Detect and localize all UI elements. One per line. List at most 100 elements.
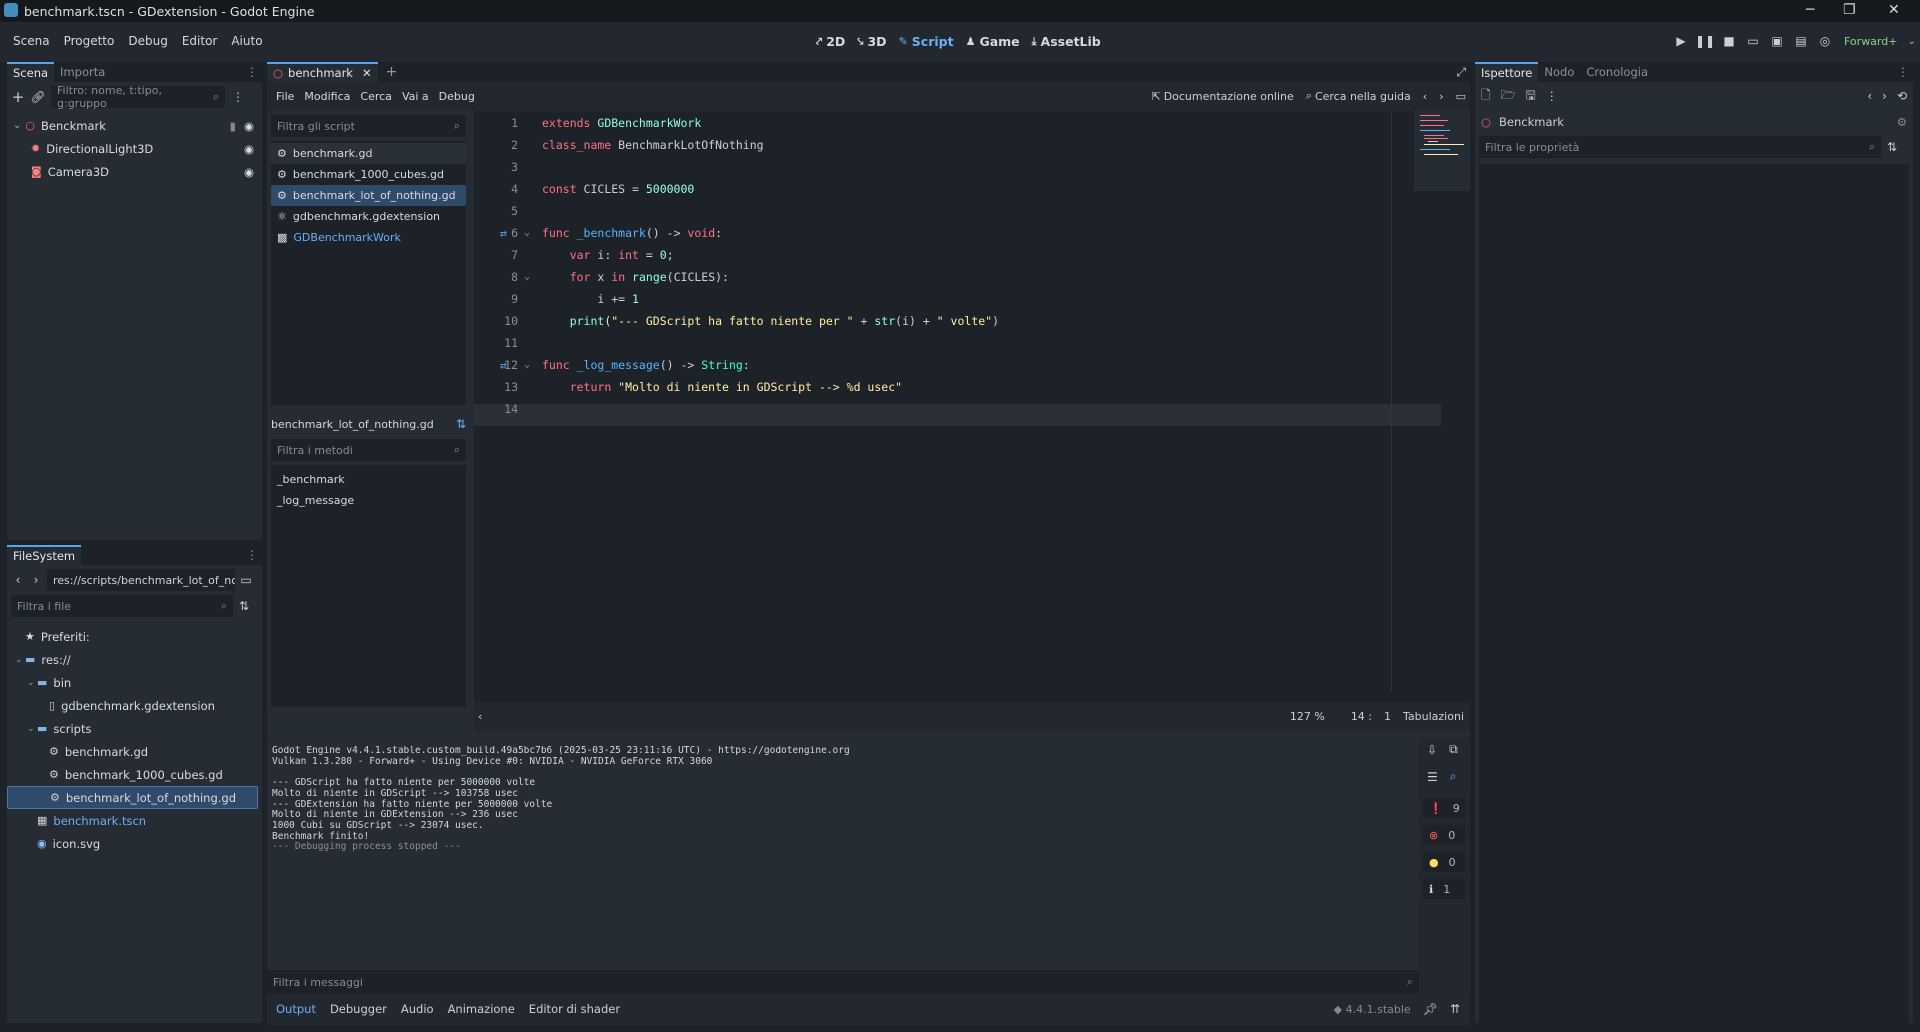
message-filter-input[interactable]: Filtra i messaggi ⌕ <box>267 970 1419 994</box>
script-list-item[interactable]: ⚙ benchmark_lot_of_nothing.gd <box>271 185 466 206</box>
file-tree-item[interactable]: ⌄ ▬ res:// <box>7 648 258 671</box>
script-menu-file[interactable]: File <box>271 90 299 103</box>
script-menu-vai-a[interactable]: Vai a <box>397 90 434 103</box>
file-tree-item[interactable]: ⚙ benchmark.gd <box>7 740 258 763</box>
workspace-script[interactable]: ✎ Script <box>893 34 960 49</box>
tab-filesystem[interactable]: FileSystem <box>7 545 82 565</box>
search-toggle-icon[interactable]: ⌕ <box>1450 769 1457 784</box>
script-filter-input[interactable]: Filtra gli script ⌕ <box>271 115 466 137</box>
file-tree-item[interactable]: ▦ benchmark.tscn <box>7 809 258 832</box>
script-menu-debug[interactable]: Debug <box>434 90 480 103</box>
scene-node[interactable]: ◙ Camera3D ◉ <box>7 160 262 183</box>
tab-import[interactable]: Importa <box>54 62 111 82</box>
method-list-item[interactable]: _log_message <box>271 490 466 511</box>
file-tree-item[interactable]: ▯ gdbenchmark.gdextension <box>7 694 258 717</box>
workspace-3d[interactable]: ⤥ 3D <box>851 34 892 49</box>
workspace-assetlib[interactable]: ⤓ AssetLib <box>1026 34 1107 49</box>
file-filter-input[interactable]: Filtra i file ⌕ <box>11 595 233 617</box>
movie-maker-icon[interactable]: ◎ <box>1818 34 1832 48</box>
add-tab-icon[interactable]: + <box>386 64 398 80</box>
override-icon[interactable]: ⇄ <box>500 354 507 376</box>
property-filter-input[interactable]: Filtra le proprietà ⌕ <box>1479 136 1881 158</box>
minimize-icon[interactable]: ─ <box>1806 2 1814 18</box>
open-resource-icon[interactable]: 🗁︎ <box>1501 86 1516 107</box>
visibility-icon[interactable]: ◉ <box>244 142 254 156</box>
property-options-icon[interactable]: ⇅ <box>1887 140 1897 154</box>
online-docs-button[interactable]: ⇱ Documentazione online <box>1151 90 1293 103</box>
history-icon[interactable]: ⟲ <box>1897 89 1907 103</box>
chevron-down-icon[interactable]: ⌄ <box>15 655 25 665</box>
fullscreen-icon[interactable]: ⤢ <box>1456 65 1466 80</box>
menu-progetto[interactable]: Progetto <box>57 34 122 48</box>
prev-script-icon[interactable]: ‹ <box>1423 90 1427 103</box>
file-tree-item[interactable]: ⌄ ▬ bin <box>7 671 258 694</box>
method-list-item[interactable]: _benchmark <box>271 469 466 490</box>
counter-error[interactable]: ⊗ 0 <box>1423 825 1465 845</box>
file-tree-item[interactable]: ◉ icon.svg <box>7 832 258 855</box>
more-icon[interactable]: ⋮ <box>231 90 245 104</box>
new-resource-icon[interactable]: 🗋︎ <box>1481 86 1491 107</box>
close-tab-icon[interactable]: ✕ <box>362 64 372 82</box>
bottom-tab-output[interactable]: Output <box>269 1002 323 1016</box>
pin-icon[interactable]: 📌︎ <box>1423 1002 1438 1016</box>
next-script-icon[interactable]: › <box>1439 90 1443 103</box>
menu-scena[interactable]: Scena <box>6 34 57 48</box>
chevron-down-icon[interactable]: ⌄ <box>13 120 21 131</box>
forward-icon[interactable]: › <box>1882 89 1887 103</box>
pause-icon[interactable]: ❚❚ <box>1695 34 1715 48</box>
override-icon[interactable]: ⇄ <box>500 222 507 244</box>
dock-menu-icon[interactable]: ⋮ <box>246 65 258 79</box>
back-icon[interactable]: ‹ <box>1867 89 1872 103</box>
workspace-game[interactable]: ♟ Game <box>960 34 1026 49</box>
dock-menu-icon[interactable]: ⋮ <box>246 548 258 562</box>
file-tree-item[interactable]: ⚙ benchmark_lot_of_nothing.gd <box>7 786 258 809</box>
renderer-select[interactable]: Forward+ <box>1844 35 1897 48</box>
file-tree-item[interactable]: ★ Preferiti: <box>7 625 258 648</box>
tab-inspector[interactable]: Ispettore <box>1475 62 1539 82</box>
script-list-item[interactable]: ⚙ benchmark.gd <box>271 143 466 164</box>
minimap[interactable] <box>1414 111 1470 191</box>
menu-editor[interactable]: Editor <box>175 34 225 48</box>
link-icon[interactable]: 🔗︎ <box>30 90 45 104</box>
method-filter-input[interactable]: Filtra i metodi ⌕ <box>271 439 466 461</box>
collapse-panel-icon[interactable]: ‹ <box>478 710 482 723</box>
save-resource-icon[interactable]: 🖫︎ <box>1526 86 1536 107</box>
indent-mode[interactable]: Tabulazioni <box>1403 710 1464 723</box>
visibility-icon[interactable]: ◉ <box>244 119 254 133</box>
chevron-down-icon[interactable]: ⌄ <box>1907 36 1915 47</box>
file-tree-item[interactable]: ⌄ ▬ scripts <box>7 717 258 740</box>
close-window-icon[interactable]: ✕ <box>1888 2 1900 18</box>
bottom-tab-audio[interactable]: Audio <box>394 1002 441 1016</box>
zoom-level[interactable]: 127 % <box>1290 710 1325 723</box>
collapse-messages-icon[interactable]: ☰ <box>1427 770 1438 784</box>
sort-methods-icon[interactable]: ⇅ <box>456 417 466 431</box>
scene-filter-input[interactable]: Filtro: nome, t:tipo, g:gruppo ⌕ <box>51 84 225 110</box>
tab-benchmark[interactable]: ○ benchmark ✕ <box>267 62 378 82</box>
counter-warning[interactable]: ● 0 <box>1423 852 1465 872</box>
copy-output-icon[interactable]: ⧉ <box>1449 742 1458 757</box>
chevron-down-icon[interactable]: ⌄ <box>27 724 37 734</box>
search-help-button[interactable]: ⌕ Cerca nella guida <box>1306 89 1411 103</box>
script-attached-icon[interactable]: ▮ <box>230 119 236 133</box>
object-menu-icon[interactable]: ⚙ <box>1897 115 1907 129</box>
forward-icon[interactable]: › <box>29 573 43 587</box>
workspace-2d[interactable]: ⤤ 2D <box>810 34 851 49</box>
play-scene-icon[interactable]: ▣ <box>1770 34 1784 48</box>
script-menu-modifica[interactable]: Modifica <box>299 90 355 103</box>
script-list-item[interactable]: ▩ GDBenchmarkWork <box>271 227 466 248</box>
expand-panel-icon[interactable]: ⇈ <box>1450 1002 1460 1016</box>
bottom-tab-editor-di-shader[interactable]: Editor di shader <box>522 1002 627 1016</box>
remote-debug-icon[interactable]: ▭ <box>1746 34 1760 48</box>
counter-message[interactable]: ❗ 9 <box>1423 798 1465 818</box>
dock-menu-icon[interactable]: ⋮ <box>1897 65 1909 79</box>
float-window-icon[interactable]: ▭ <box>1456 90 1466 103</box>
visibility-icon[interactable]: ◉ <box>244 165 254 179</box>
counter-info[interactable]: ℹ1 <box>1423 879 1465 899</box>
scene-node[interactable]: ✹ DirectionalLight3D ◉ <box>7 137 262 160</box>
bottom-tab-debugger[interactable]: Debugger <box>323 1002 394 1016</box>
scene-node[interactable]: ⌄ ○ Benckmark ▮ ◉ <box>7 114 262 137</box>
tab-scene[interactable]: Scena <box>7 62 55 82</box>
clear-output-icon[interactable]: ⇩ <box>1427 743 1437 757</box>
split-view-icon[interactable]: ▭ <box>239 573 253 587</box>
script-list-item[interactable]: ⚛ gdbenchmark.gdextension <box>271 206 466 227</box>
